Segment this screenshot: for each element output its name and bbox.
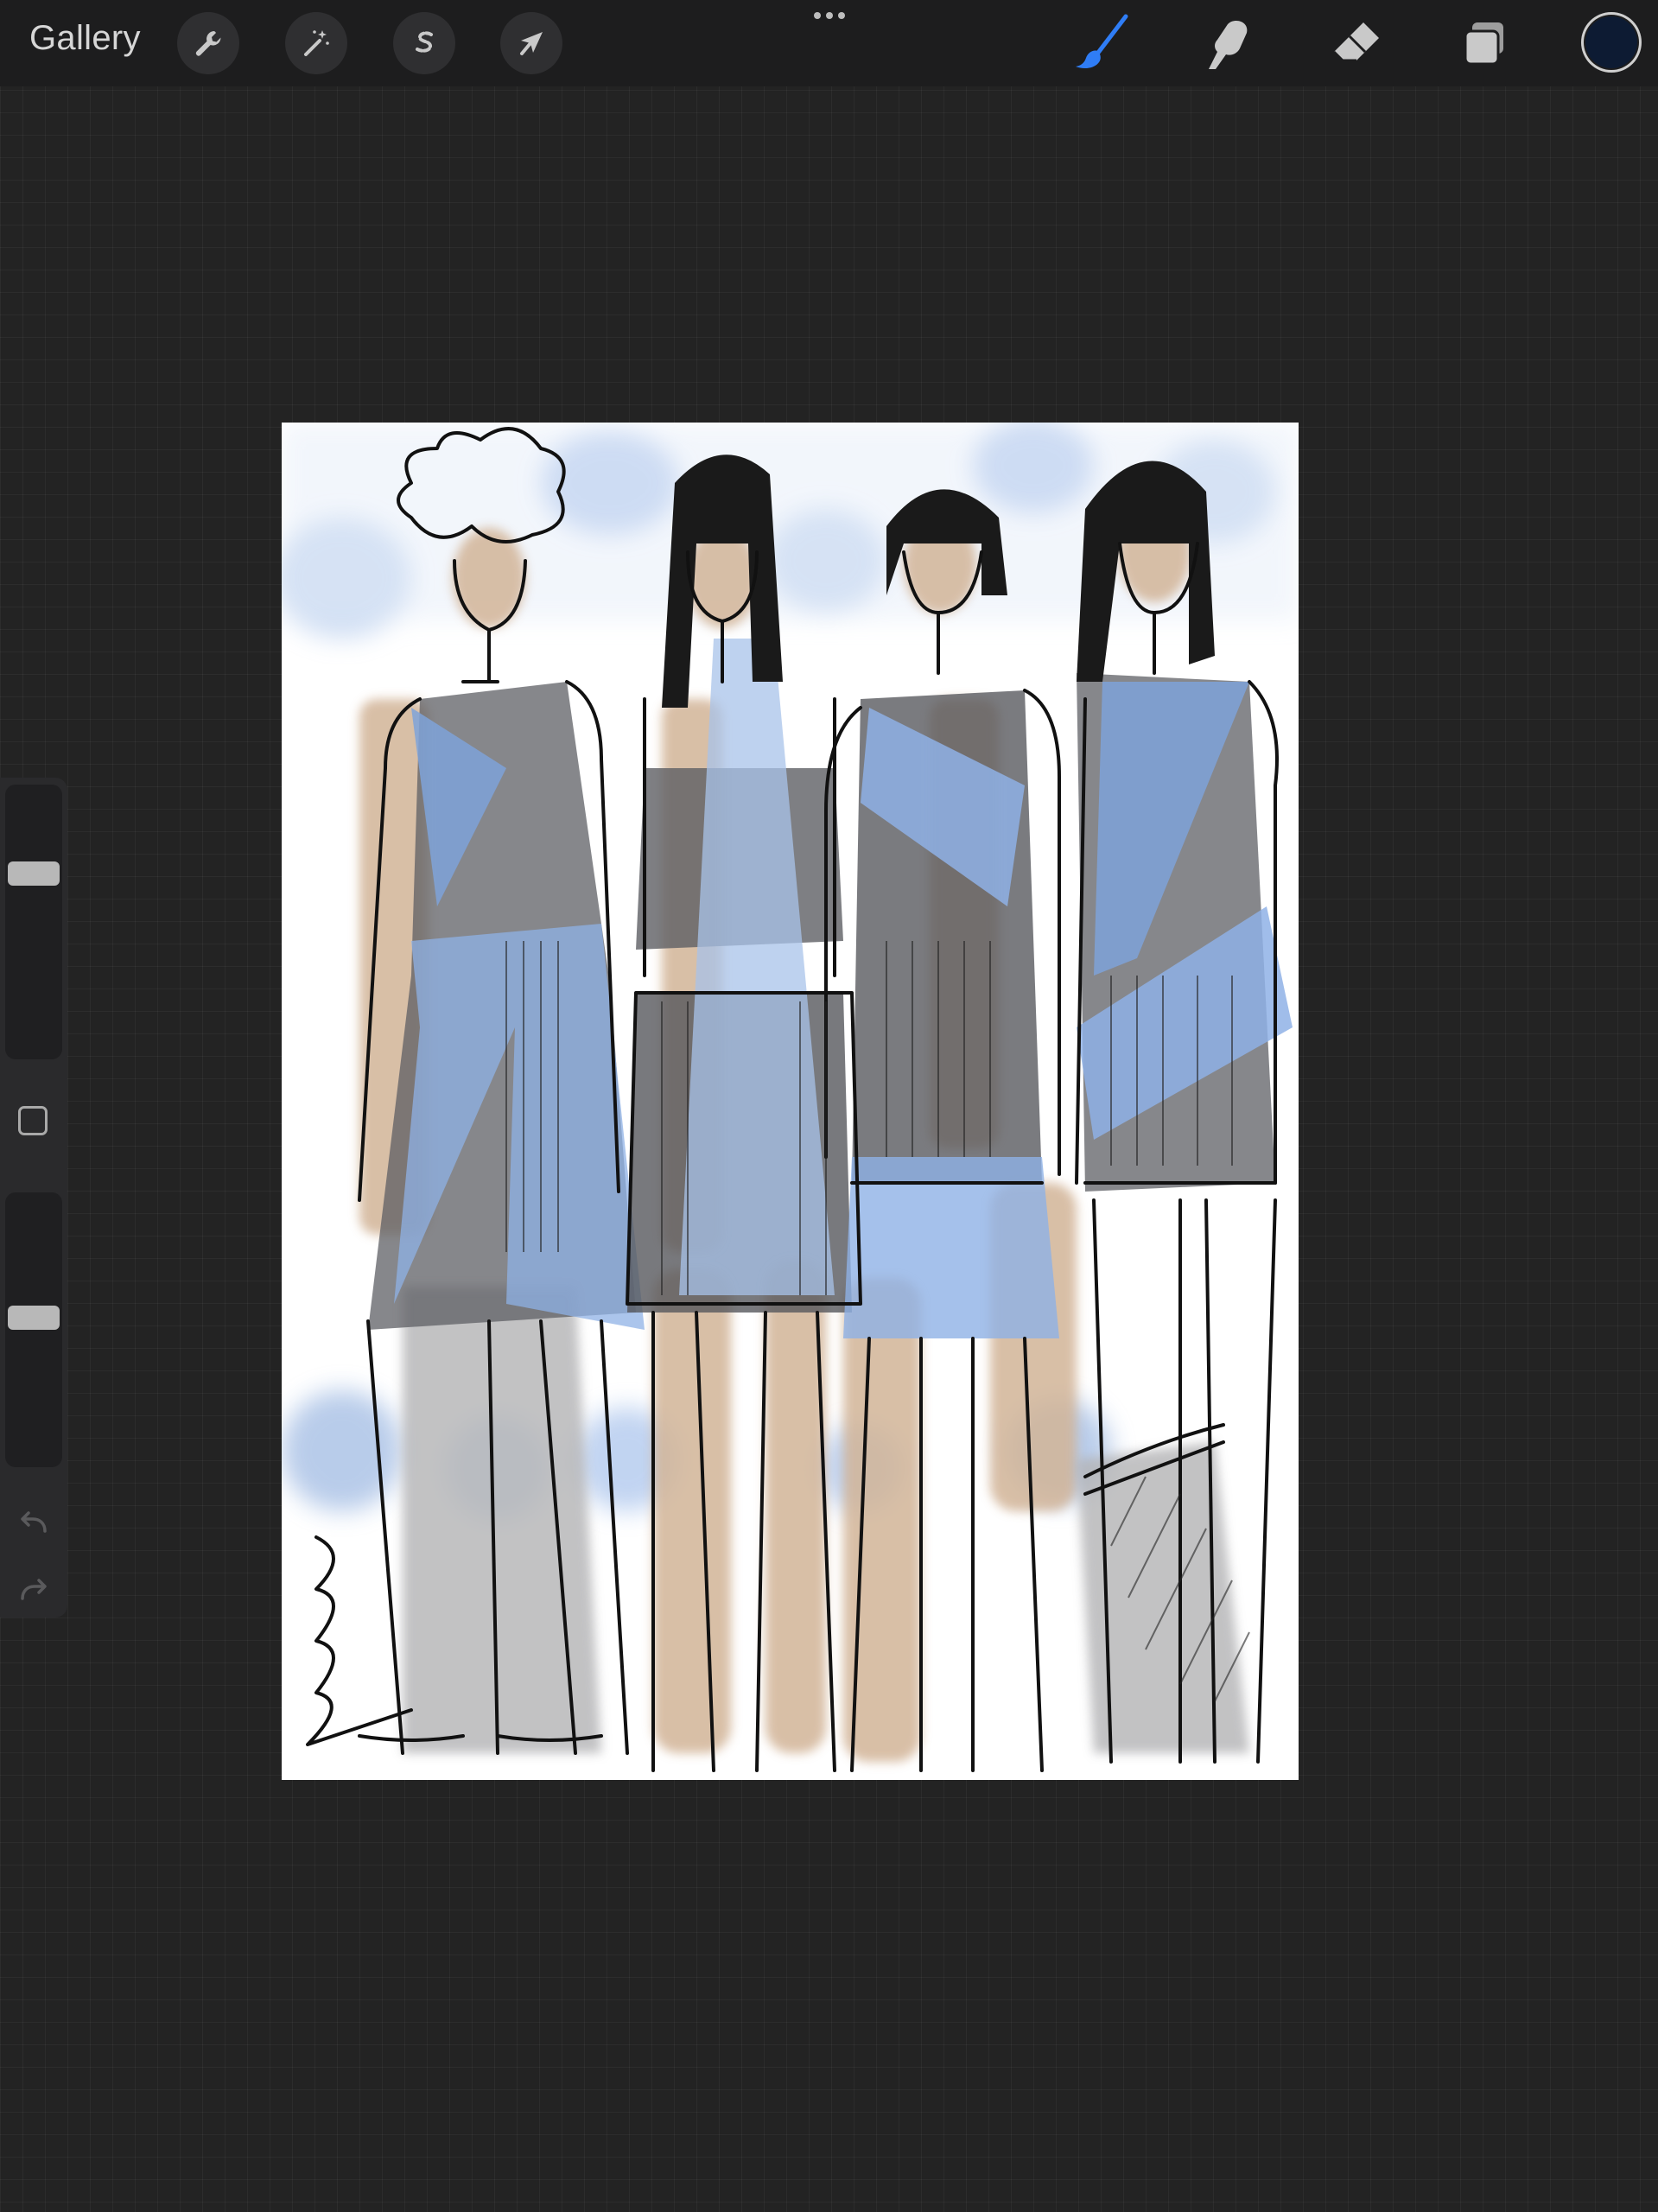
actions-button[interactable] (177, 12, 239, 74)
eraser-icon (1332, 22, 1379, 62)
current-color-swatch (1585, 16, 1637, 68)
brush-size-thumb[interactable] (8, 861, 60, 887)
eraser-tool-button[interactable] (1322, 9, 1391, 78)
adjustments-button[interactable] (285, 12, 347, 74)
layers-icon (1464, 22, 1503, 66)
color-picker-button[interactable] (1581, 12, 1642, 73)
brush-icon (1076, 14, 1128, 69)
selection-button[interactable] (393, 12, 455, 74)
undo-icon[interactable] (16, 1505, 52, 1541)
fashion-sketch-illustration (282, 423, 1299, 1772)
side-toolbar (0, 778, 67, 1618)
transform-button[interactable] (500, 12, 562, 74)
redo-icon[interactable] (16, 1573, 52, 1609)
opacity-slider[interactable] (5, 1192, 62, 1467)
drawing-canvas[interactable] (282, 423, 1299, 1780)
brush-tool-button[interactable] (1068, 9, 1137, 78)
smudge-icon (1209, 21, 1248, 69)
modify-button[interactable] (18, 1106, 48, 1135)
magic-wand-icon (304, 30, 329, 56)
brush-size-slider[interactable] (5, 785, 62, 1059)
wrench-icon (195, 31, 221, 56)
layers-button[interactable] (1450, 9, 1519, 78)
opacity-thumb[interactable] (8, 1306, 60, 1331)
gallery-button[interactable]: Gallery (29, 19, 141, 58)
more-dots-icon[interactable] (810, 5, 848, 26)
top-toolbar: Gallery (0, 0, 1658, 86)
arrow-cursor-icon (520, 32, 543, 55)
smudge-tool-button[interactable] (1195, 9, 1264, 78)
selection-s-icon (416, 31, 433, 53)
